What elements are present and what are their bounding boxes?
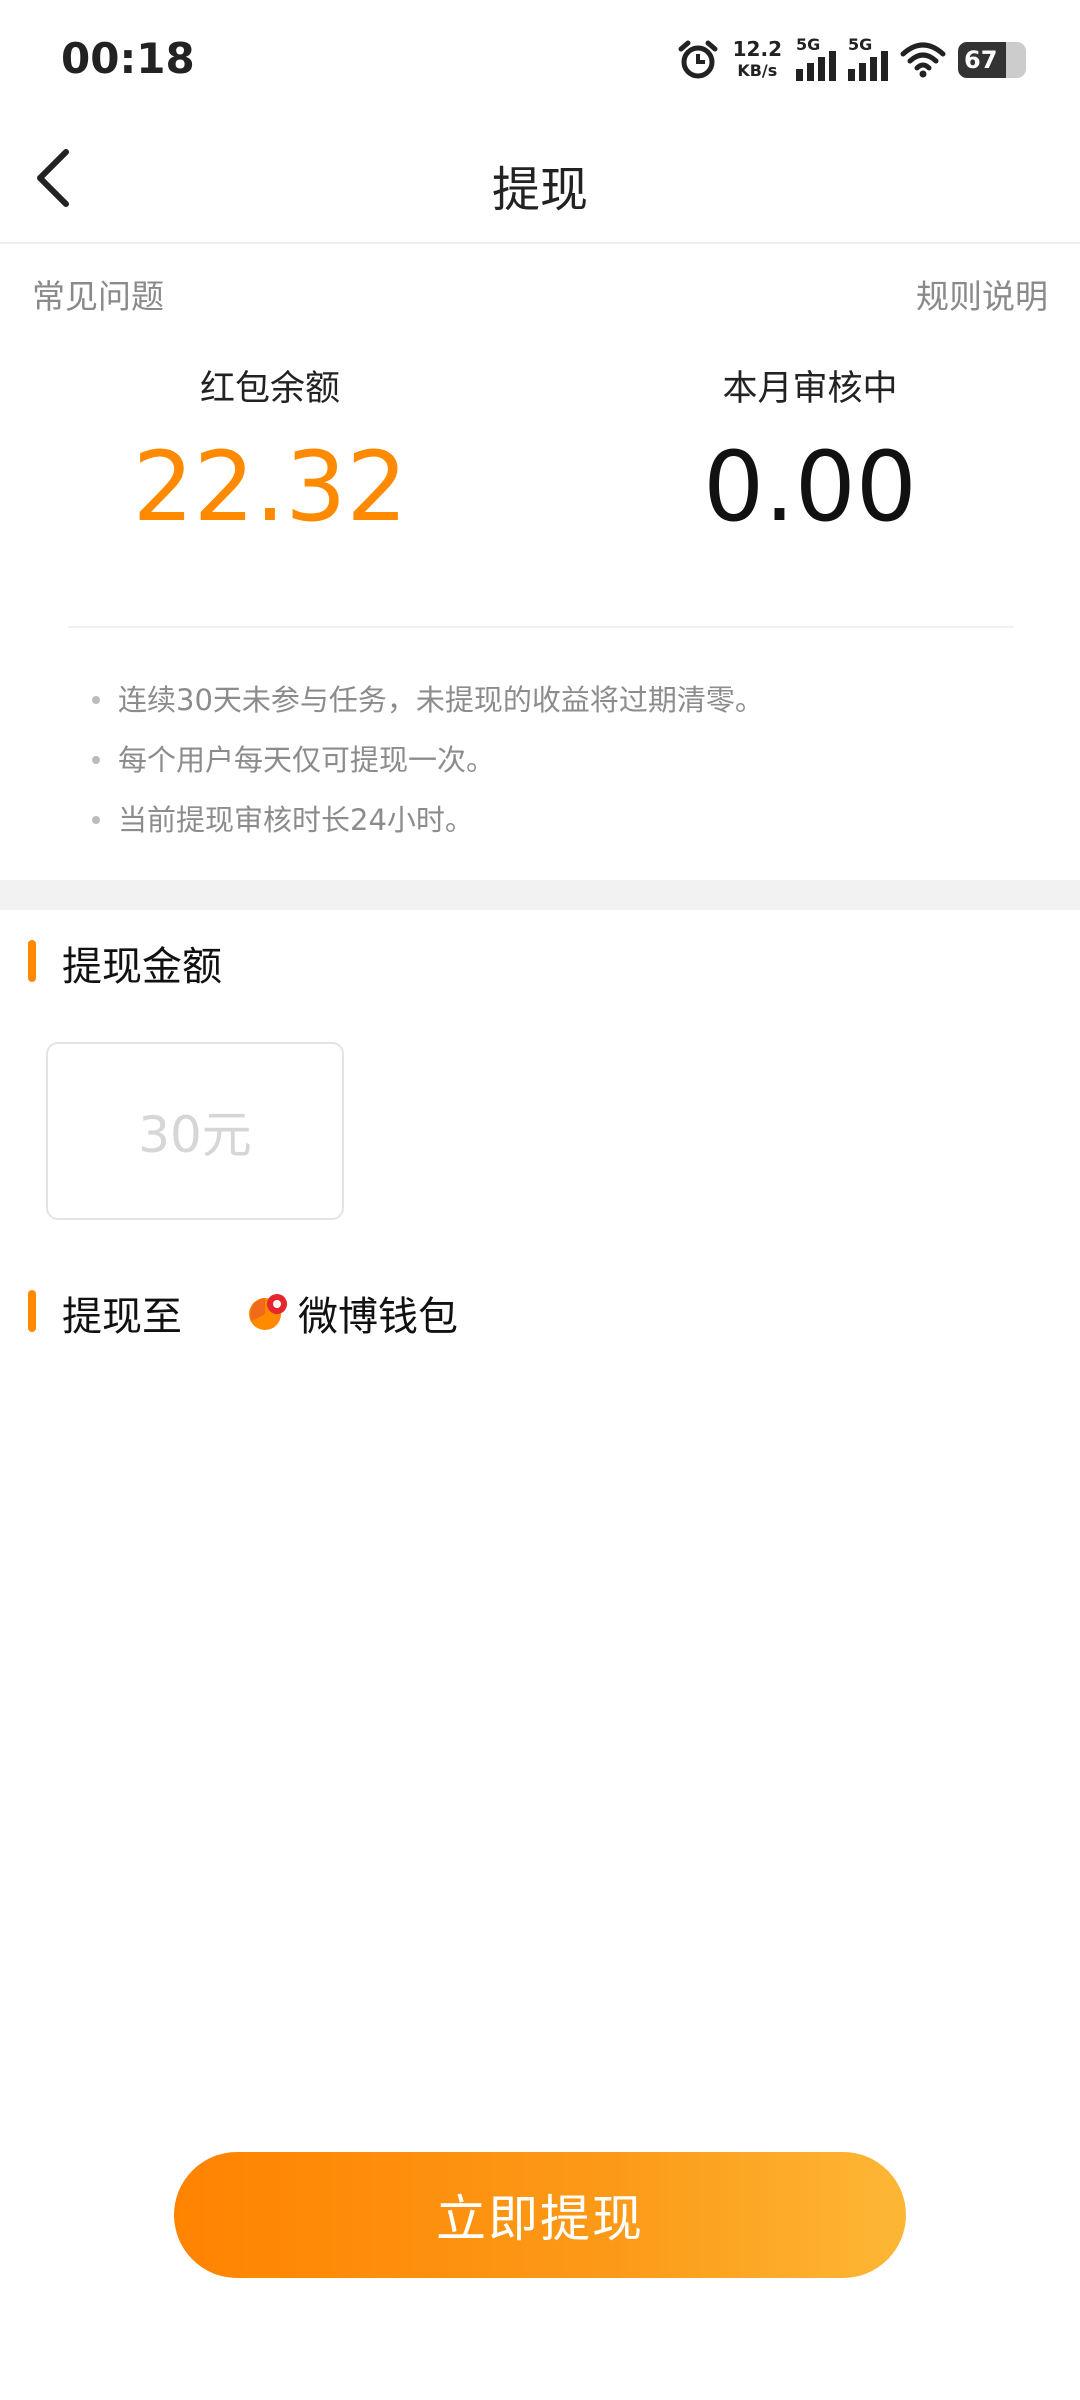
amount-option-30[interactable]: 30元 xyxy=(46,1042,344,1220)
pending-value: 0.00 xyxy=(703,431,917,543)
header-divider xyxy=(0,242,1080,244)
page-title: 提现 xyxy=(491,162,588,218)
note-text: 每个用户每天仅可提现一次。 xyxy=(118,743,496,777)
sim2-label: 5G xyxy=(848,35,873,54)
sim1-label: 5G xyxy=(796,35,821,54)
wifi-icon xyxy=(900,42,946,78)
status-icons: 12.2 KB/s 5G 5G 67 xyxy=(677,35,1026,84)
note-item: 当前提现审核时长24小时。 xyxy=(92,790,764,850)
wallet-name: 微博钱包 xyxy=(298,1294,458,1340)
amount-option-label: 30元 xyxy=(138,1106,252,1164)
alarm-icon xyxy=(678,40,718,79)
rules-notes: 连续30天未参与任务，未提现的收益将过期清零。 每个用户每天仅可提现一次。 当前… xyxy=(92,670,764,850)
note-text: 连续30天未参与任务，未提现的收益将过期清零。 xyxy=(118,683,764,717)
note-item: 每个用户每天仅可提现一次。 xyxy=(92,730,764,790)
rules-link[interactable]: 规则说明 xyxy=(916,270,1048,318)
battery-level: 67 xyxy=(964,46,998,74)
status-time: 00:18 xyxy=(61,34,195,83)
net-speed-unit: KB/s xyxy=(737,61,778,80)
section-separator xyxy=(0,880,1080,910)
section-accent-bar xyxy=(28,940,36,982)
destination-section-title: 提现至 xyxy=(62,1294,182,1340)
sim2-signal: 5G xyxy=(848,35,888,81)
status-bar: 00:18 12.2 KB/s 5G 5G 67 xyxy=(0,0,1080,118)
withdraw-now-button[interactable]: 立即提现 xyxy=(174,2152,906,2278)
note-item: 连续30天未参与任务，未提现的收益将过期清零。 xyxy=(92,670,764,730)
weibo-wallet-icon xyxy=(249,1294,287,1330)
faq-link[interactable]: 常见问题 xyxy=(32,270,164,318)
signal-bars-icon xyxy=(848,51,888,81)
battery-icon: 67 xyxy=(958,42,1026,78)
note-text: 当前提现审核时长24小时。 xyxy=(118,803,474,837)
balance-value: 22.32 xyxy=(132,431,408,543)
withdraw-now-label: 立即提现 xyxy=(436,2190,644,2248)
pending-label: 本月审核中 xyxy=(722,369,898,409)
amount-section-title: 提现金额 xyxy=(62,944,222,990)
section-accent-bar xyxy=(28,1290,36,1332)
weibo-wallet[interactable]: 微博钱包 xyxy=(248,1284,458,1342)
net-speed-value: 12.2 xyxy=(732,37,782,61)
signal-bars-icon xyxy=(796,51,836,81)
stats-divider xyxy=(68,626,1014,628)
balance-label: 红包余额 xyxy=(199,369,340,409)
net-speed: 12.2 KB/s xyxy=(733,39,782,81)
sim1-signal: 5G xyxy=(796,35,836,81)
